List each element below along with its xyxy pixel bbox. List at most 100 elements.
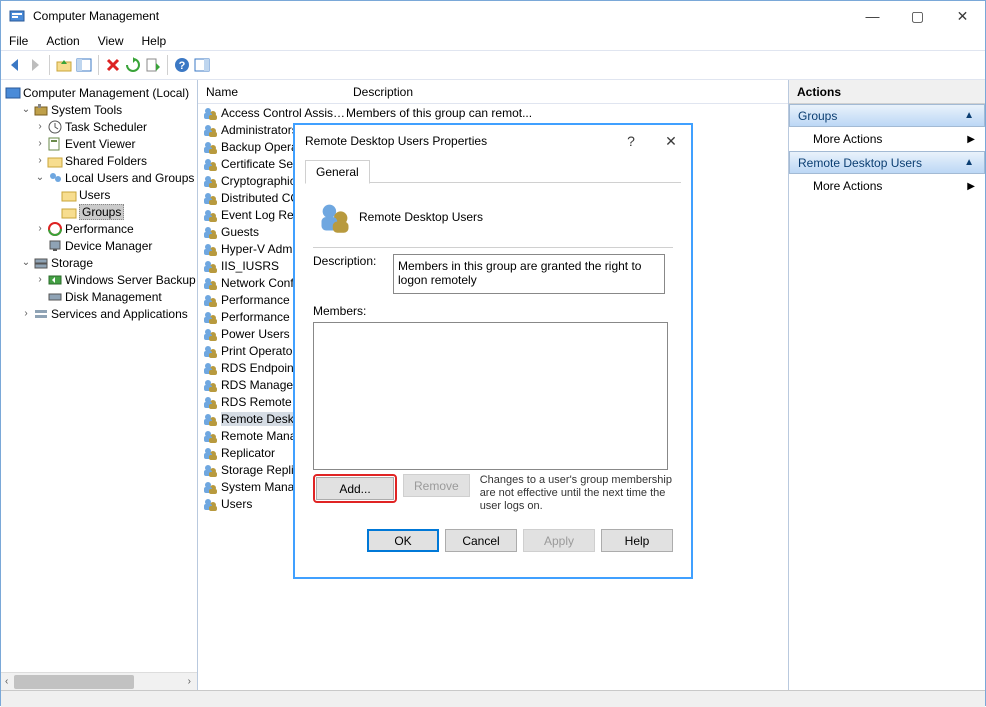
dialog-help-button-bottom[interactable]: Help [601,529,673,552]
group-icon [202,343,218,359]
membership-note: Changes to a user's group membership are… [480,474,673,513]
show-hide-action-icon[interactable] [194,57,210,73]
window-title: Computer Management [33,9,850,23]
description-input[interactable]: Members in this group are granted the ri… [393,254,665,294]
group-icon [202,258,218,274]
tree-services-apps[interactable]: ›Services and Applications [5,305,198,322]
ok-button[interactable]: OK [367,529,439,552]
group-name-field [357,209,617,225]
up-folder-icon[interactable] [56,57,72,73]
group-icon [202,122,218,138]
add-button[interactable]: Add... [316,477,394,500]
tree-server-backup[interactable]: ›Windows Server Backup [5,271,198,288]
dialog-close-button[interactable]: ✕ [651,133,691,150]
submenu-arrow-icon: ▶ [967,134,975,145]
actions-more-1[interactable]: More Actions▶ [789,127,985,151]
group-icon [202,139,218,155]
group-icon [202,360,218,376]
group-icon [202,292,218,308]
menu-file[interactable]: File [9,34,28,48]
group-icon [202,445,218,461]
group-icon [202,275,218,291]
actions-pane: Actions Groups▲ More Actions▶ Remote Des… [789,80,985,690]
group-icon [202,496,218,512]
menu-help[interactable]: Help [142,34,167,48]
group-icon [202,173,218,189]
group-icon [202,394,218,410]
group-icon [202,207,218,223]
dialog-help-button[interactable]: ? [611,133,651,149]
add-button-highlight: Add... [313,474,397,503]
group-icon [202,326,218,342]
scroll-left-icon[interactable]: ‹ [1,676,12,687]
tree-pane: Computer Management (Local) ⌄System Tool… [1,80,198,690]
group-icon [202,377,218,393]
group-large-icon [313,199,357,235]
group-icon [202,309,218,325]
tree-device-manager[interactable]: Device Manager [5,237,198,254]
tree-performance[interactable]: ›Performance [5,220,198,237]
close-button[interactable]: ✕ [940,1,985,31]
remove-button: Remove [403,474,470,497]
help-icon[interactable]: ? [174,57,190,73]
tree-groups[interactable]: Groups [5,203,198,220]
menubar: File Action View Help [1,31,985,50]
show-hide-scope-icon[interactable] [76,57,92,73]
apply-button: Apply [523,529,595,552]
tree-horizontal-scrollbar[interactable]: ‹ › [1,672,197,690]
group-icon [202,224,218,240]
list-row[interactable]: Access Control Assist...Members of this … [198,104,788,121]
actions-group-rdu[interactable]: Remote Desktop Users▲ [789,151,985,174]
forward-arrow-icon[interactable] [27,57,43,73]
dialog-title: Remote Desktop Users Properties [295,134,611,148]
menu-action[interactable]: Action [46,34,79,48]
refresh-icon[interactable] [125,57,141,73]
tree-users[interactable]: Users [5,186,198,203]
scroll-thumb[interactable] [14,675,134,689]
group-icon [202,428,218,444]
collapse-up-icon: ▲ [964,157,974,168]
group-icon [202,479,218,495]
properties-dialog: Remote Desktop Users Properties ? ✕ Gene… [294,124,692,578]
menu-view[interactable]: View [98,34,124,48]
maximize-button[interactable]: ▢ [895,1,940,31]
app-icon [9,8,25,24]
group-icon [202,241,218,257]
tree-disk-management[interactable]: Disk Management [5,288,198,305]
cancel-button[interactable]: Cancel [445,529,517,552]
minimize-button[interactable]: — [850,1,895,31]
tree-shared-folders[interactable]: ›Shared Folders [5,152,198,169]
actions-group-groups[interactable]: Groups▲ [789,104,985,127]
actions-header: Actions [789,80,985,104]
members-label: Members: [313,304,673,318]
group-icon [202,462,218,478]
tree-event-viewer[interactable]: ›Event Viewer [5,135,198,152]
tree-local-users-groups[interactable]: ⌄Local Users and Groups [5,169,198,186]
collapse-up-icon: ▲ [964,110,974,121]
tree-task-scheduler[interactable]: ›Task Scheduler [5,118,198,135]
tree-system-tools[interactable]: ⌄System Tools [5,101,198,118]
statusbar [1,690,985,707]
back-arrow-icon[interactable] [7,57,23,73]
scroll-right-icon[interactable]: › [184,676,195,687]
tree-root[interactable]: Computer Management (Local) [5,84,198,101]
titlebar: Computer Management — ▢ ✕ [1,1,985,31]
members-listbox[interactable] [313,322,668,470]
submenu-arrow-icon: ▶ [967,181,975,192]
list-cell-desc: Members of this group can remot... [346,106,532,120]
export-list-icon[interactable] [145,57,161,73]
list-cell-name: Access Control Assist... [221,106,346,120]
group-icon [202,411,218,427]
actions-more-2[interactable]: More Actions▶ [789,174,985,198]
column-header-description[interactable]: Description [345,85,413,99]
group-icon [202,190,218,206]
tree-storage[interactable]: ⌄Storage [5,254,198,271]
description-label: Description: [313,254,393,268]
group-icon [202,105,218,121]
group-icon [202,156,218,172]
delete-icon[interactable] [105,57,121,73]
svg-text:?: ? [179,60,186,72]
column-header-name[interactable]: Name [198,85,345,99]
tab-general[interactable]: General [305,160,370,184]
toolbar: ? [1,50,985,80]
